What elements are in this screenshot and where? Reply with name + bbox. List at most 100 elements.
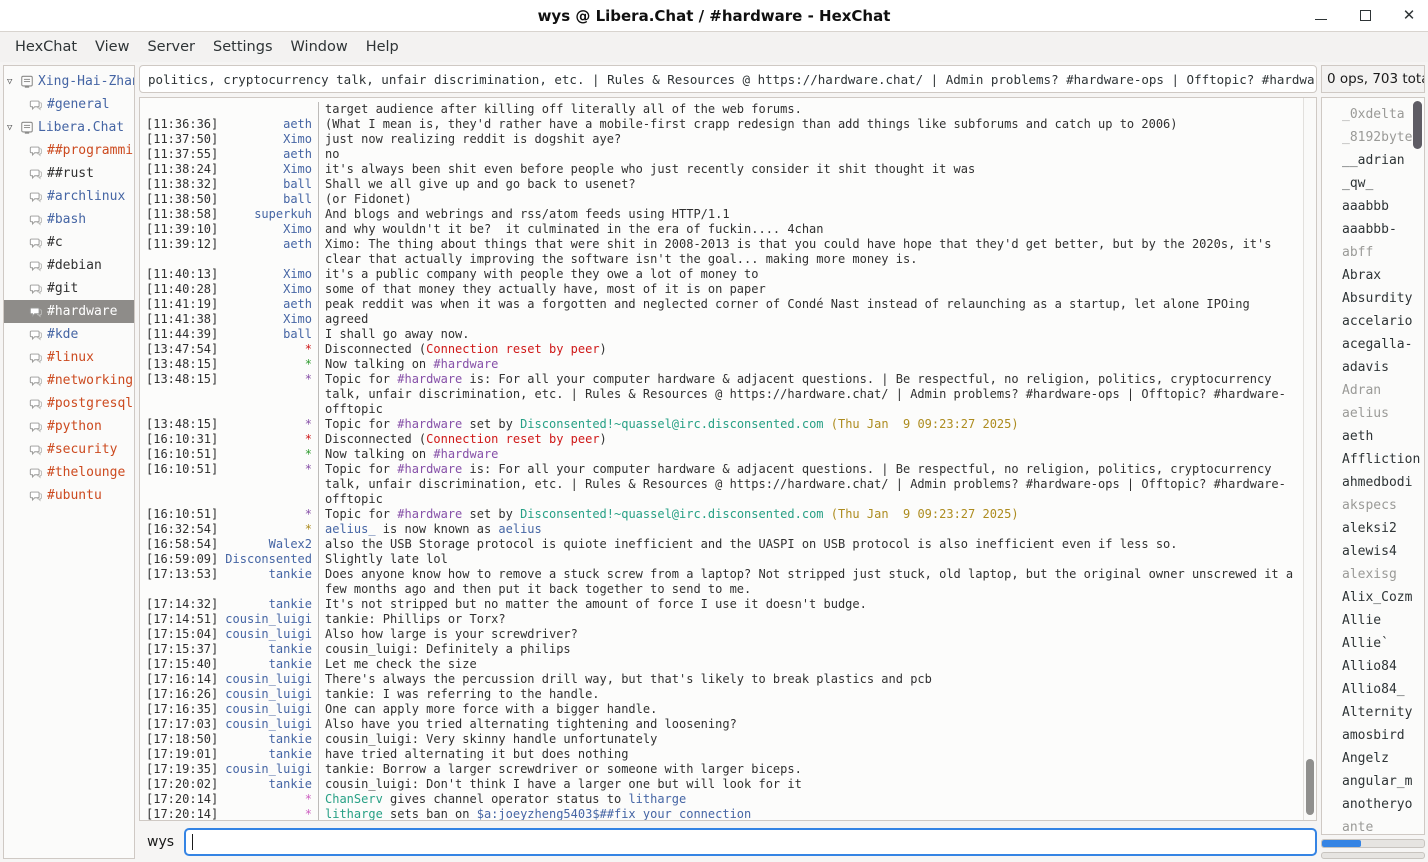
user-list-item[interactable]: aeth xyxy=(1342,425,1424,448)
chat-line: [17:20:14]*ChanServ gives channel operat… xyxy=(140,792,1303,807)
menu-window[interactable]: Window xyxy=(282,35,357,59)
user-list[interactable]: _0xdelta_8192byte__adrian_qw_aaabbbaaabb… xyxy=(1321,97,1425,835)
user-list-item[interactable]: Adran xyxy=(1342,379,1424,402)
message-input[interactable] xyxy=(184,828,1317,856)
tree-item-#ubuntu[interactable]: #ubuntu xyxy=(4,484,134,507)
message-text: Topic for #hardware set by Disconsented!… xyxy=(318,417,1303,432)
chat-line: [13:48:15]*Now talking on #hardware xyxy=(140,357,1303,372)
user-list-item[interactable]: alexisg xyxy=(1342,563,1424,586)
user-list-item[interactable]: _qw_ xyxy=(1342,172,1424,195)
user-list-item[interactable]: Allie xyxy=(1342,609,1424,632)
user-list-item[interactable]: ahmedbodi xyxy=(1342,471,1424,494)
menu-server[interactable]: Server xyxy=(138,35,204,59)
close-button[interactable]: ✕ xyxy=(1400,7,1418,25)
tree-item-label: ##programming xyxy=(47,143,134,158)
user-list-item[interactable]: amosbird xyxy=(1342,724,1424,747)
minimize-button[interactable] xyxy=(1312,7,1330,25)
tree-item-Libera.Chat[interactable]: ▽Libera.Chat xyxy=(4,116,134,139)
tree-item-#archlinux[interactable]: #archlinux xyxy=(4,185,134,208)
timestamp: [11:38:50] xyxy=(140,192,220,207)
nick: * xyxy=(220,792,318,807)
timestamp: [11:40:28] xyxy=(140,282,220,297)
tree-item-#kde[interactable]: #kde xyxy=(4,323,134,346)
user-list-item[interactable]: Allio84_ xyxy=(1342,678,1424,701)
user-list-item[interactable]: Abrax xyxy=(1342,264,1424,287)
userlist-scrollbar-thumb[interactable] xyxy=(1413,101,1422,149)
tree-item-#linux[interactable]: #linux xyxy=(4,346,134,369)
topic-bar[interactable]: politics, cryptocurrency talk, unfair di… xyxy=(139,65,1317,93)
chat-line: [17:18:50]tankiecousin_luigi: Very skinn… xyxy=(140,732,1303,747)
tree-item-#python[interactable]: #python xyxy=(4,415,134,438)
tree-item-##rust[interactable]: ##rust xyxy=(4,162,134,185)
user-list-item[interactable]: Alternity xyxy=(1342,701,1424,724)
user-list-item[interactable]: adavis xyxy=(1342,356,1424,379)
nick: Ximo xyxy=(220,132,318,147)
chat-scrollbar[interactable] xyxy=(1303,98,1316,820)
tree-item-#c[interactable]: #c xyxy=(4,231,134,254)
message-text: Now talking on #hardware xyxy=(318,357,1303,372)
message-segment-red: Connection reset by peer xyxy=(426,342,599,356)
tree-item-#hardware[interactable]: #hardware xyxy=(4,300,134,323)
user-list-item[interactable]: Absurdity xyxy=(1342,287,1424,310)
chat-messages[interactable]: target audience after killing off litera… xyxy=(140,98,1303,820)
tree-item-#general[interactable]: #general xyxy=(4,93,134,116)
message-segment: Shall we all give up and go back to usen… xyxy=(325,177,636,191)
message-text: cousin_luigi: Very skinny handle unfortu… xyxy=(318,732,1303,747)
message-segment-olive: (Thu Jan 9 09:23:27 2025) xyxy=(831,417,1019,431)
message-segment: just now realizing reddit is dogshit aye… xyxy=(325,132,621,146)
message-segment: Disconnected ( xyxy=(325,432,426,446)
nick: ball xyxy=(220,327,318,342)
user-list-item[interactable]: acegalla- xyxy=(1342,333,1424,356)
user-list-item[interactable]: aaabbb xyxy=(1342,195,1424,218)
minimize-icon xyxy=(1315,19,1327,20)
user-list-item[interactable]: akspecs xyxy=(1342,494,1424,517)
user-list-item[interactable]: accelario xyxy=(1342,310,1424,333)
user-list-item[interactable]: Alix_Cozm xyxy=(1342,586,1424,609)
tree-item-#security[interactable]: #security xyxy=(4,438,134,461)
nick: * xyxy=(220,417,318,432)
tree-item-#networking[interactable]: #networking xyxy=(4,369,134,392)
timestamp: [13:48:15] xyxy=(140,357,220,372)
user-list-item[interactable]: Affliction xyxy=(1342,448,1424,471)
tree-item-label: #postgresql xyxy=(47,396,133,411)
user-list-item[interactable]: _0xdelta xyxy=(1342,103,1424,126)
expander-icon[interactable]: ▽ xyxy=(7,77,20,87)
expander-icon[interactable]: ▽ xyxy=(7,123,20,133)
user-list-item[interactable]: aleksi2 xyxy=(1342,517,1424,540)
maximize-button[interactable] xyxy=(1356,7,1374,25)
message-segment: is: For all your computer hardware & adj… xyxy=(325,462,1286,506)
tree-item-#git[interactable]: #git xyxy=(4,277,134,300)
tree-item-#thelounge[interactable]: #thelounge xyxy=(4,461,134,484)
menu-settings[interactable]: Settings xyxy=(204,35,281,59)
message-segment: set by xyxy=(462,417,520,431)
tree-item-Xing-Hai-Zhan[interactable]: ▽Xing-Hai-Zhan xyxy=(4,70,134,93)
user-list-item[interactable]: angular_m xyxy=(1342,770,1424,793)
tree-item-#debian[interactable]: #debian xyxy=(4,254,134,277)
user-list-item[interactable]: Allio84 xyxy=(1342,655,1424,678)
own-nick-label: wys xyxy=(147,834,174,850)
user-list-item[interactable]: alewis4 xyxy=(1342,540,1424,563)
user-list-item[interactable]: Allie` xyxy=(1342,632,1424,655)
user-list-item[interactable]: aelius xyxy=(1342,402,1424,425)
chat-scrollbar-thumb[interactable] xyxy=(1306,759,1314,815)
user-list-item[interactable]: anotheryo xyxy=(1342,793,1424,816)
server-tree[interactable]: ▽Xing-Hai-Zhan#general▽Libera.Chat ##prog… xyxy=(3,65,135,859)
menu-hexchat[interactable]: HexChat xyxy=(6,35,86,59)
nick: * xyxy=(220,522,318,537)
menu-help[interactable]: Help xyxy=(357,35,408,59)
user-list-item[interactable]: abff xyxy=(1342,241,1424,264)
message-text: (or Fidonet) xyxy=(318,192,1303,207)
menu-view[interactable]: View xyxy=(86,35,138,59)
user-list-item[interactable]: Angelz xyxy=(1342,747,1424,770)
user-list-item[interactable]: _8192byte xyxy=(1342,126,1424,149)
center-column: politics, cryptocurrency talk, unfair di… xyxy=(139,65,1317,859)
tree-item-##programming[interactable]: ##programming xyxy=(4,139,134,162)
user-list-item[interactable]: __adrian xyxy=(1342,149,1424,172)
chat-line: [11:37:55]aethno xyxy=(140,147,1303,162)
user-list-item[interactable]: ante xyxy=(1342,816,1424,835)
user-list-item[interactable]: aaabbb- xyxy=(1342,218,1424,241)
message-segment-purple: #hardware xyxy=(397,462,462,476)
chat-line: [11:44:39]ballI shall go away now. xyxy=(140,327,1303,342)
tree-item-#postgresql[interactable]: #postgresql xyxy=(4,392,134,415)
tree-item-#bash[interactable]: #bash xyxy=(4,208,134,231)
